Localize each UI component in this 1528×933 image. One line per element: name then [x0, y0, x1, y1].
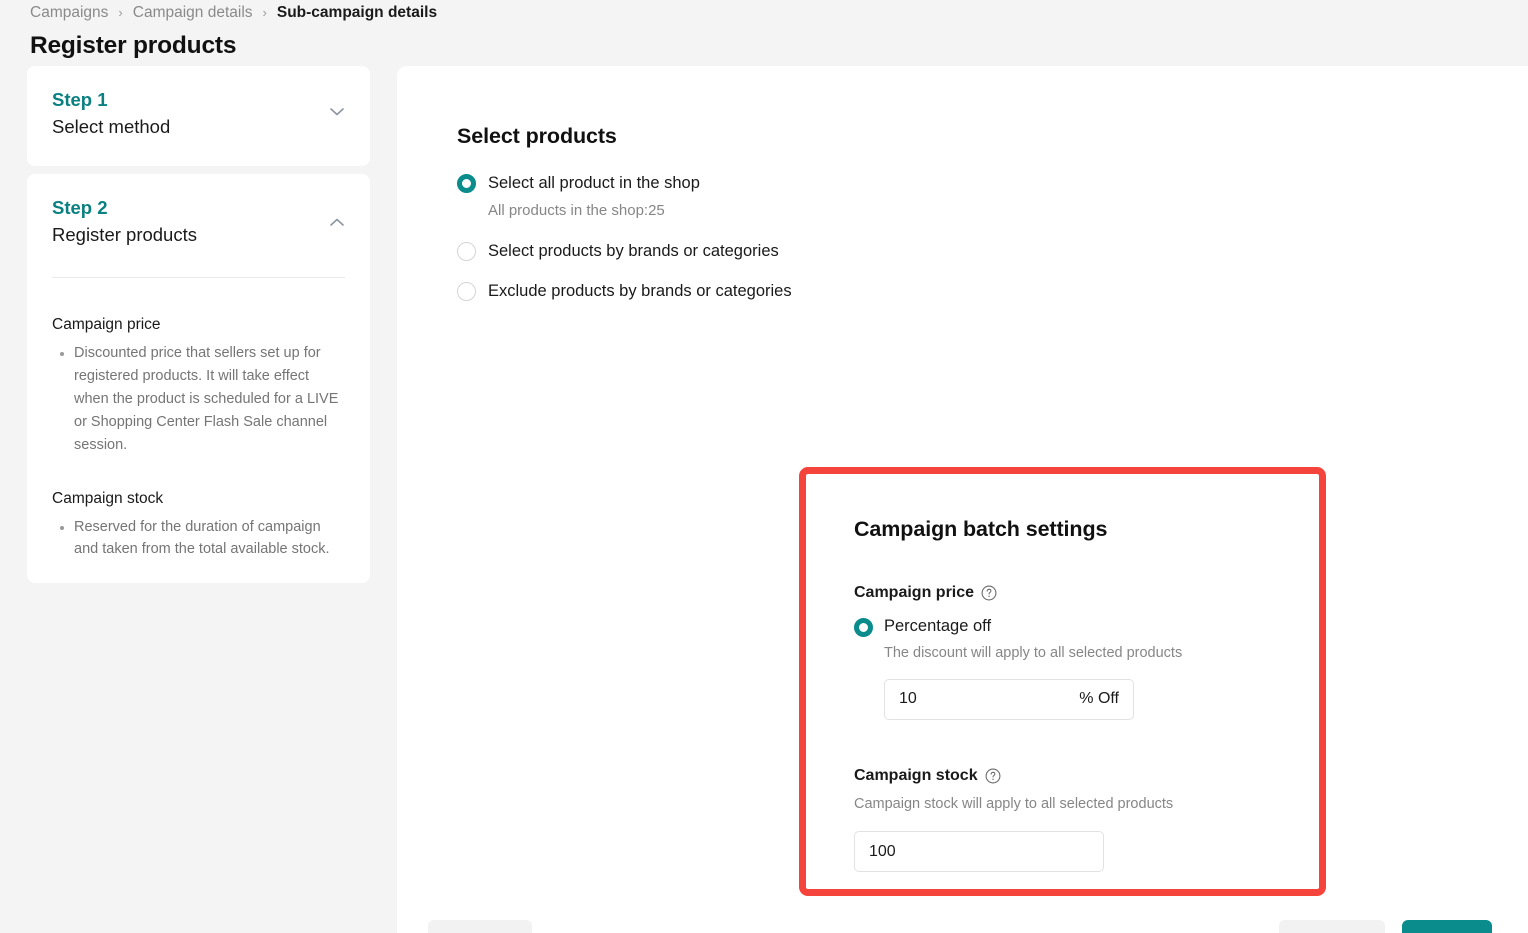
campaign-price-input-value: 10	[899, 690, 917, 708]
page-title: Register products	[30, 32, 237, 59]
radio-option-percentage-off[interactable]: Percentage off The discount will apply t…	[854, 615, 1319, 720]
breadcrumb-item-campaign-details[interactable]: Campaign details	[133, 4, 253, 22]
radio-option-select-all-products[interactable]: Select all product in the shop All produ…	[457, 171, 1528, 222]
radio-label-percentage-off: Percentage off	[884, 617, 992, 635]
campaign-stock-input-value: 100	[869, 842, 896, 860]
radio-label-select-all-products: Select all product in the shop	[488, 174, 700, 192]
radio-option-exclude-by-brands[interactable]: Exclude products by brands or categories	[457, 279, 1528, 304]
discard-button[interactable]: Discard	[1279, 920, 1386, 933]
radio-button-exclude-by-brands[interactable]	[457, 282, 476, 302]
body-split: Step 1 Select method Step 2 Register pro…	[0, 66, 1528, 933]
radio-sub-select-all-products: All products in the shop:25	[488, 201, 665, 219]
campaign-price-input-suffix: % Off	[1079, 690, 1119, 708]
chevron-down-icon[interactable]	[330, 108, 344, 117]
step-card-select-method[interactable]: Step 1 Select method	[27, 66, 370, 167]
steps-sidebar: Step 1 Select method Step 2 Register pro…	[0, 66, 397, 933]
step-1-title: Select method	[52, 115, 171, 137]
step-divider	[52, 276, 345, 278]
step-2-title: Register products	[52, 224, 197, 246]
percentage-off-hint: The discount will apply to all selected …	[884, 644, 1183, 661]
campaign-stock-label-row: Campaign stock	[854, 767, 1319, 785]
breadcrumb: Campaigns › Campaign details › Sub-campa…	[30, 0, 1528, 24]
campaign-price-label-row: Campaign price	[854, 584, 1319, 602]
radio-button-select-all-products[interactable]	[457, 174, 476, 193]
step-1-eyebrow: Step 1	[52, 89, 108, 110]
page-header: Campaigns › Campaign details › Sub-campa…	[0, 0, 1528, 66]
sidebar-help-bullet-price: Discounted price that sellers set up for…	[74, 342, 345, 457]
campaign-stock-input[interactable]: 100	[854, 831, 1104, 873]
radio-label-exclude-by-brands: Exclude products by brands or categories	[488, 282, 792, 301]
breadcrumb-separator: ›	[118, 4, 123, 20]
campaign-stock-label: Campaign stock	[854, 766, 978, 784]
campaign-batch-settings-card: Campaign batch settings Campaign price P…	[806, 474, 1319, 873]
breadcrumb-item-sub-campaign-details: Sub-campaign details	[276, 4, 438, 21]
select-products-heading: Select products	[457, 124, 617, 148]
content-panel: Select products Select all product in th…	[397, 66, 1528, 933]
campaign-batch-settings-highlight: Campaign batch settings Campaign price P…	[799, 467, 1326, 896]
sidebar-help-heading-price: Campaign price	[52, 315, 161, 333]
sidebar-help-list-price: Discounted price that sellers set up for…	[52, 342, 345, 457]
radio-label-select-by-brands: Select products by brands or categories	[488, 241, 779, 260]
footer-actions: Back Discard Next	[397, 916, 1528, 933]
radio-button-select-by-brands[interactable]	[457, 241, 476, 261]
step-card-register-products[interactable]: Step 2 Register products Campaign price …	[27, 174, 370, 584]
campaign-stock-hint: Campaign stock will apply to all selecte…	[854, 795, 1174, 812]
step-2-eyebrow: Step 2	[52, 197, 108, 219]
next-button[interactable]: Next	[1402, 920, 1492, 933]
campaign-price-label: Campaign price	[854, 584, 975, 601]
select-products-section: Select products Select all product in th…	[397, 66, 1528, 304]
radio-button-percentage-off[interactable]	[854, 618, 873, 637]
chevron-up-icon[interactable]	[330, 218, 344, 227]
radio-option-select-by-brands[interactable]: Select products by brands or categories	[457, 239, 1528, 264]
sidebar-help-heading-stock: Campaign stock	[52, 489, 164, 507]
sidebar-help-list-stock: Reserved for the duration of campaign an…	[52, 516, 345, 562]
question-circle-icon[interactable]	[985, 768, 1001, 784]
breadcrumb-separator: ›	[262, 4, 267, 20]
back-button[interactable]: Back	[428, 920, 532, 933]
question-circle-icon[interactable]	[981, 585, 997, 601]
campaign-price-input[interactable]: 10 % Off	[884, 678, 1134, 720]
breadcrumb-item-campaigns[interactable]: Campaigns	[30, 4, 108, 22]
sidebar-help-bullet-stock: Reserved for the duration of campaign an…	[74, 516, 345, 562]
campaign-batch-settings-heading: Campaign batch settings	[854, 517, 1108, 541]
